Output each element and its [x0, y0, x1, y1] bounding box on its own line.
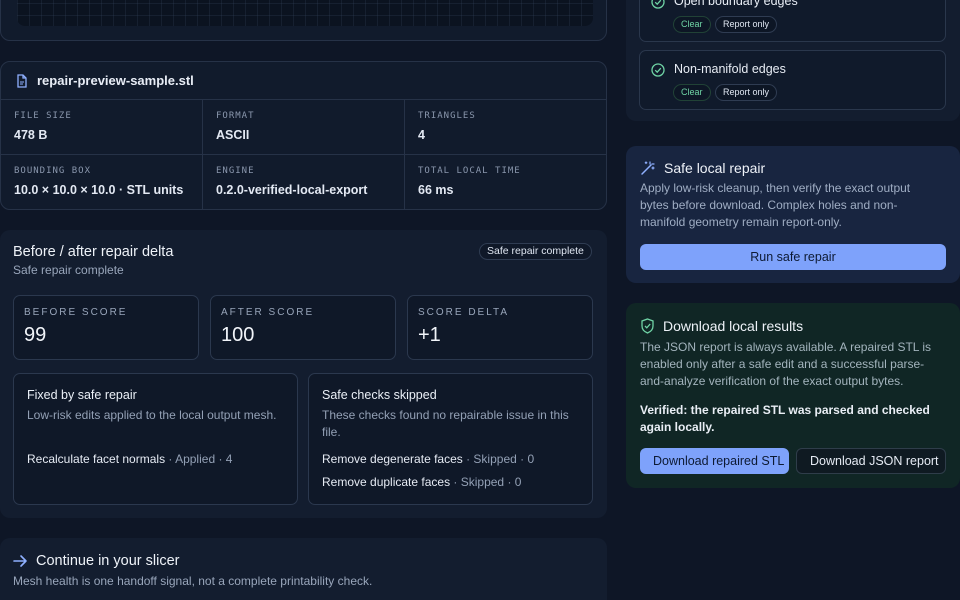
fixed-description: Low-risk edits applied to the local outp… [27, 408, 277, 422]
status-badge: Safe repair complete [479, 243, 592, 260]
repair-title-row: Safe local repair [640, 160, 765, 176]
mesh-preview-card [0, 0, 607, 41]
meta-value: 0.2.0-verified-local-export [216, 183, 368, 197]
slicer-handoff-card: Continue in your slicer Mesh health is o… [0, 538, 607, 600]
skipped-description: These checks found no repairable issue i… [322, 408, 569, 439]
repair-name: Recalculate facet normals [27, 452, 166, 466]
download-description: The JSON report is always available. A r… [640, 340, 932, 388]
repair-row: Recalculate facet normals · Applied · 4 [27, 452, 232, 466]
repair-name: Remove duplicate faces [322, 475, 451, 489]
meta-engine: ENGINE 0.2.0-verified-local-export [203, 155, 405, 209]
clear-tag: Clear [673, 16, 711, 33]
file-header: repair-preview-sample.stl [1, 62, 606, 100]
after-score-box: AFTER SCORE 100 [210, 295, 396, 360]
repair-action-title: Safe local repair [664, 160, 766, 176]
delta-title: Before / after repair delta [13, 244, 174, 260]
meta-value: 478 B [14, 128, 48, 142]
slicer-title: Continue in your slicer [36, 553, 180, 569]
check-circle-icon [651, 63, 665, 77]
delta-subtitle: Safe repair complete [13, 263, 124, 277]
download-results-card: Download local results The JSON report i… [626, 303, 960, 488]
download-stl-label: Download repaired STL [653, 454, 785, 468]
meta-label: ENGINE [216, 166, 255, 176]
file-name: repair-preview-sample.stl [37, 73, 194, 88]
repair-action-description: Apply low-risk cleanup, then verify the … [640, 181, 911, 229]
meta-total-time: TOTAL LOCAL TIME 66 ms [405, 155, 606, 209]
skipped-checks-box: Safe checks skipped These checks found n… [308, 373, 593, 505]
meta-value: ASCII [216, 128, 250, 142]
repair-name: Remove degenerate faces [322, 452, 463, 466]
mesh-checks-card: Open boundary edges Clear Report only No… [626, 0, 960, 121]
download-repaired-stl-button[interactable]: Download repaired STL [640, 448, 789, 474]
download-title-row: Download local results [640, 318, 803, 334]
shield-check-icon [641, 318, 654, 334]
download-json-report-button[interactable]: Download JSON report [796, 448, 946, 474]
score-value: +1 [418, 324, 441, 346]
repair-status: · Applied · 4 [165, 452, 233, 466]
meta-label: TRIANGLES [418, 111, 476, 121]
meta-value: 4 [418, 128, 425, 142]
meta-value: 66 ms [418, 183, 454, 197]
check-non-manifold-edges: Non-manifold edges Clear Report only [639, 50, 946, 110]
download-json-label: Download JSON report [810, 454, 939, 468]
repair-delta-card: Before / after repair delta Safe repair … [0, 230, 607, 518]
meta-file-size: FILE SIZE 478 B [1, 100, 203, 155]
meta-label: BOUNDING BOX [14, 166, 92, 176]
score-value: 99 [24, 324, 47, 346]
skipped-title: Safe checks skipped [322, 388, 437, 402]
repair-status: · Skipped · 0 [462, 452, 535, 466]
file-meta-grid: FILE SIZE 478 B FORMAT ASCII TRIANGLES 4… [1, 100, 606, 209]
file-info-card: repair-preview-sample.stl FILE SIZE 478 … [0, 61, 607, 210]
repair-status: · Skipped · 0 [450, 475, 522, 489]
fixed-repairs-box: Fixed by safe repair Low-risk edits appl… [13, 373, 298, 505]
score-delta-box: SCORE DELTA +1 [407, 295, 593, 360]
meta-label: FILE SIZE [14, 111, 72, 121]
magic-wand-icon [641, 161, 655, 175]
repair-row: Remove degenerate faces · Skipped · 0 [322, 452, 534, 466]
score-label: SCORE DELTA [418, 307, 510, 318]
slicer-subtitle: Mesh health is one handoff signal, not a… [13, 574, 373, 588]
check-title: Open boundary edges [674, 0, 798, 8]
mesh-preview-viewport[interactable] [17, 0, 593, 26]
file-icon [17, 73, 27, 88]
arrow-right-icon [13, 555, 27, 567]
report-only-tag: Report only [715, 16, 778, 33]
clear-tag: Clear [673, 84, 711, 101]
slicer-title-row: Continue in your slicer [13, 553, 179, 569]
meta-value: 10.0 × 10.0 × 10.0 · STL units [14, 183, 184, 197]
score-label: BEFORE SCORE [24, 307, 128, 318]
download-title: Download local results [663, 318, 804, 334]
repair-row: Remove duplicate faces · Skipped · 0 [322, 475, 521, 489]
fixed-title: Fixed by safe repair [27, 388, 137, 402]
verified-message: Verified: the repaired STL was parsed an… [640, 403, 930, 434]
check-circle-icon [651, 0, 665, 9]
score-value: 100 [221, 324, 255, 346]
check-title: Non-manifold edges [674, 62, 786, 76]
meta-label: FORMAT [216, 111, 255, 121]
before-score-box: BEFORE SCORE 99 [13, 295, 199, 360]
meta-triangles: TRIANGLES 4 [405, 100, 606, 155]
report-only-tag: Report only [715, 84, 778, 101]
run-safe-repair-button[interactable]: Run safe repair [640, 244, 946, 270]
meta-bounding-box: BOUNDING BOX 10.0 × 10.0 × 10.0 · STL un… [1, 155, 203, 209]
safe-repair-card: Safe local repair Apply low-risk cleanup… [626, 146, 960, 283]
meta-format: FORMAT ASCII [203, 100, 405, 155]
check-open-boundary-edges: Open boundary edges Clear Report only [639, 0, 946, 42]
score-label: AFTER SCORE [221, 307, 315, 318]
meta-label: TOTAL LOCAL TIME [418, 166, 521, 176]
